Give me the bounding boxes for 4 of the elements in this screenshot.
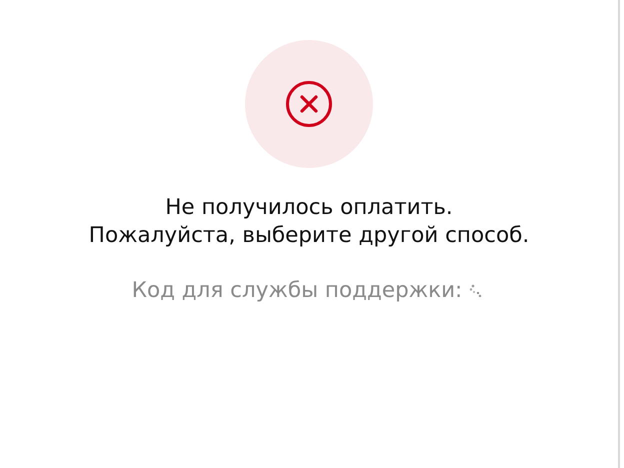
message-text: Пожалуйста, выберите другой способ. <box>88 222 530 250</box>
error-icon <box>285 80 333 128</box>
support-code-label: Код для службы поддержки: <box>132 278 462 303</box>
message-text: Не получилось оплатить. <box>164 194 454 222</box>
